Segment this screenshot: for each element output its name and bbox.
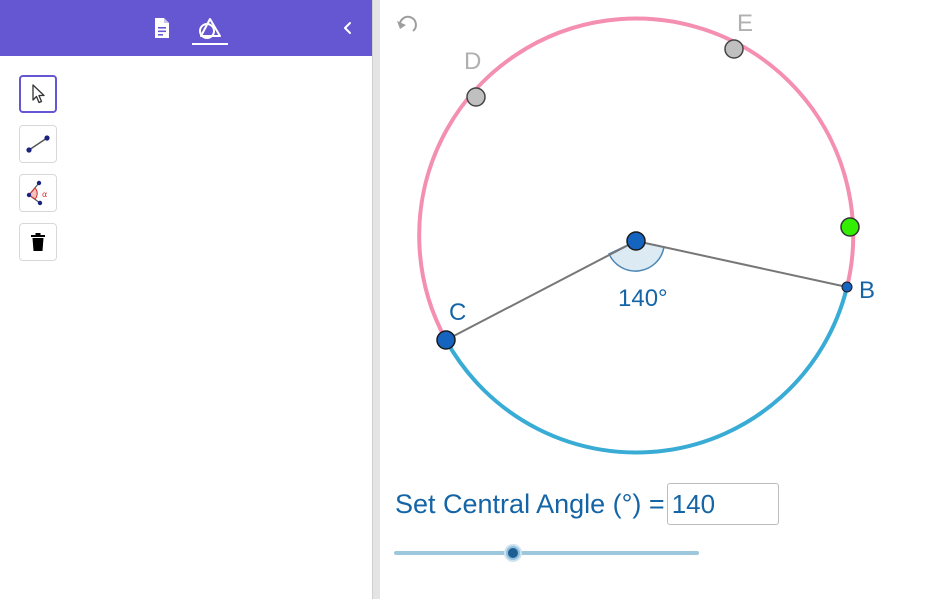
point-d[interactable] [466,87,486,107]
segment-tool[interactable] [19,125,57,163]
geometry-tools-icon [199,18,221,39]
collapse-panel-button[interactable] [334,14,362,42]
tool-panel: α [0,0,372,599]
point-center[interactable] [626,231,646,251]
angle-input[interactable] [666,483,779,525]
angle-tool[interactable]: α [19,174,57,212]
angle-icon: α [26,180,47,206]
geogebra-app: α D E C B 140° Set Central Angle (°) = 1… [0,0,933,599]
slider-track[interactable] [394,551,699,555]
segment-icon [26,135,50,153]
tools-tab[interactable] [196,14,224,42]
algebra-tab[interactable] [148,14,176,42]
angle-input-label: Set Central Angle (°) = [395,488,665,519]
document-icon [155,18,169,38]
delete-tool[interactable] [19,223,57,261]
point-green[interactable] [840,217,860,237]
undo-icon[interactable] [397,15,417,32]
label-e: E [737,10,753,37]
move-tool[interactable] [19,75,57,113]
label-d: D [464,48,481,75]
label-c: C [449,299,466,326]
radius-ob [635,240,848,288]
point-e[interactable] [724,39,744,59]
angle-input-row: Set Central Angle (°) = [395,481,779,527]
panel-header [0,0,372,56]
svg-text:α: α [42,190,47,199]
panel-divider[interactable] [372,0,380,599]
point-b[interactable] [841,281,853,293]
radius-oc [445,240,637,341]
trash-icon [31,233,45,251]
pointer-icon [32,84,45,104]
slider-thumb[interactable] [505,546,520,560]
active-tab-indicator [192,43,228,45]
label-b: B [859,277,875,304]
chevron-left-icon [344,22,351,34]
point-c[interactable] [436,330,456,350]
angle-slider[interactable] [394,540,700,566]
angle-label: 140° [618,285,668,312]
